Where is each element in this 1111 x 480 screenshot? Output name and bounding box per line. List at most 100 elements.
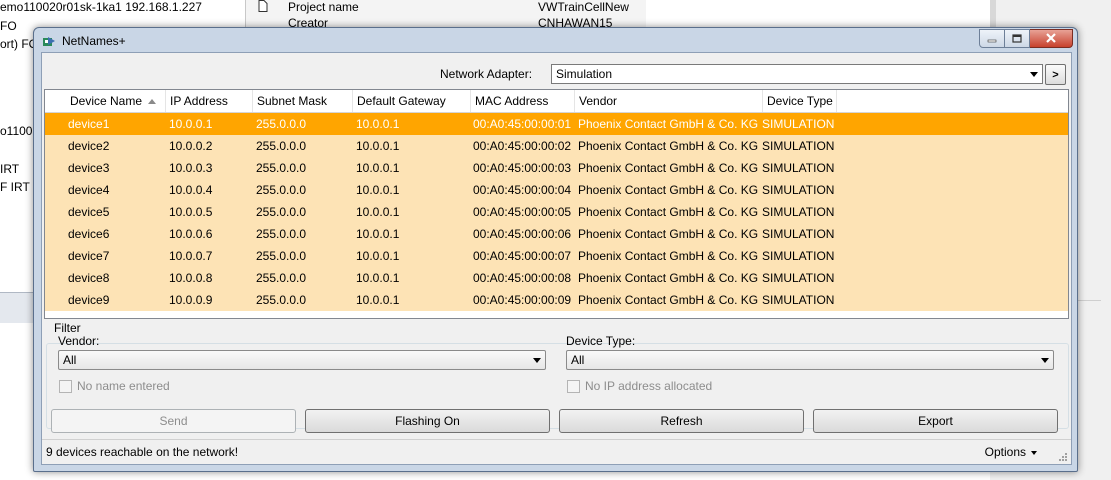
cell-device-type: SIMULATION bbox=[762, 183, 835, 197]
minimize-button[interactable] bbox=[979, 29, 1005, 48]
cell-subnet-mask: 255.0.0.0 bbox=[256, 183, 307, 197]
close-button[interactable] bbox=[1030, 29, 1073, 48]
column-header-mac-address[interactable]: MAC Address bbox=[471, 90, 575, 112]
background-property-row: Project name VWTrainCellNew bbox=[246, 0, 646, 14]
cell-vendor: Phoenix Contact GmbH & Co. KG bbox=[578, 293, 759, 307]
cell-subnet-mask: 255.0.0.0 bbox=[256, 205, 307, 219]
cell-vendor: Phoenix Contact GmbH & Co. KG bbox=[578, 139, 759, 153]
status-message: 9 devices reachable on the network! bbox=[46, 445, 239, 459]
status-bar: 9 devices reachable on the network! Opti… bbox=[42, 439, 1071, 464]
cell-mac-address: 00:A0:45:00:00:09 bbox=[473, 293, 572, 307]
device-type-select[interactable]: All bbox=[566, 350, 1054, 370]
cell-mac-address: 00:A0:45:00:00:05 bbox=[473, 205, 572, 219]
chevron-down-icon[interactable] bbox=[1037, 351, 1053, 369]
cell-default-gateway: 10.0.0.1 bbox=[356, 117, 400, 131]
table-row[interactable]: device1 10.0.0.1 255.0.0.0 10.0.0.1 00:A… bbox=[45, 113, 1068, 135]
vendor-select-value: All bbox=[63, 353, 77, 367]
window-client: Network Adapter: Simulation > Device Nam… bbox=[41, 52, 1072, 465]
maximize-button[interactable] bbox=[1005, 29, 1030, 48]
column-header-label: IP Address bbox=[170, 94, 228, 108]
cell-device-name: device8 bbox=[68, 271, 110, 285]
options-label: Options bbox=[984, 445, 1026, 459]
table-row[interactable]: device7 10.0.0.7 255.0.0.0 10.0.0.1 00:A… bbox=[45, 245, 1068, 267]
cell-ip-address: 10.0.0.4 bbox=[169, 183, 213, 197]
cell-device-name: device1 bbox=[68, 117, 110, 131]
device-type-label: Device Type: bbox=[566, 334, 636, 348]
minimize-icon bbox=[987, 32, 997, 46]
table-row[interactable]: device8 10.0.0.8 255.0.0.0 10.0.0.1 00:A… bbox=[45, 267, 1068, 289]
resize-grip-icon[interactable] bbox=[1058, 451, 1068, 461]
cell-vendor: Phoenix Contact GmbH & Co. KG bbox=[578, 183, 759, 197]
cell-default-gateway: 10.0.0.1 bbox=[356, 183, 400, 197]
network-adapter-value: Simulation bbox=[556, 67, 613, 81]
table-row[interactable]: device4 10.0.0.4 255.0.0.0 10.0.0.1 00:A… bbox=[45, 179, 1068, 201]
cell-device-name: device3 bbox=[68, 161, 110, 175]
cell-mac-address: 00:A0:45:00:00:01 bbox=[473, 117, 572, 131]
column-header-label: MAC Address bbox=[475, 94, 549, 108]
cell-vendor: Phoenix Contact GmbH & Co. KG bbox=[578, 249, 759, 263]
netnames-window: NetNames+ Network Adapter: Simulation > … bbox=[33, 27, 1078, 472]
network-adapter-select[interactable]: Simulation bbox=[551, 64, 1043, 84]
network-adapter-label: Network Adapter: bbox=[440, 67, 533, 81]
cell-default-gateway: 10.0.0.1 bbox=[356, 161, 400, 175]
cell-ip-address: 10.0.0.5 bbox=[169, 205, 213, 219]
filter-title: Filter bbox=[52, 321, 83, 335]
chevron-down-icon[interactable] bbox=[529, 351, 545, 369]
column-header-subnet-mask[interactable]: Subnet Mask bbox=[253, 90, 353, 112]
cell-mac-address: 00:A0:45:00:00:02 bbox=[473, 139, 572, 153]
refresh-button[interactable]: Refresh bbox=[559, 409, 804, 433]
cell-ip-address: 10.0.0.2 bbox=[169, 139, 213, 153]
flashing-on-button[interactable]: Flashing On bbox=[305, 409, 550, 433]
window-title: NetNames+ bbox=[62, 34, 126, 48]
cell-device-type: SIMULATION bbox=[762, 293, 835, 307]
table-row[interactable]: device6 10.0.0.6 255.0.0.0 10.0.0.1 00:A… bbox=[45, 223, 1068, 245]
column-header-ip-address[interactable]: IP Address bbox=[166, 90, 253, 112]
vendor-select[interactable]: All bbox=[58, 350, 546, 370]
background-property-label: Project name bbox=[288, 0, 359, 14]
document-icon bbox=[258, 0, 268, 15]
cell-vendor: Phoenix Contact GmbH & Co. KG bbox=[578, 227, 759, 241]
title-bar[interactable]: NetNames+ bbox=[34, 28, 1077, 52]
column-header-label: Default Gateway bbox=[357, 94, 446, 108]
adapter-next-button[interactable]: > bbox=[1045, 64, 1066, 85]
cell-subnet-mask: 255.0.0.0 bbox=[256, 293, 307, 307]
background-property-value: VWTrainCellNew bbox=[538, 0, 629, 14]
device-table: Device Name IP Address Subnet Mask Defau… bbox=[44, 89, 1069, 319]
cell-mac-address: 00:A0:45:00:00:03 bbox=[473, 161, 572, 175]
table-row[interactable]: device2 10.0.0.2 255.0.0.0 10.0.0.1 00:A… bbox=[45, 135, 1068, 157]
column-header-device-type[interactable]: Device Type bbox=[763, 90, 837, 112]
table-header: Device Name IP Address Subnet Mask Defau… bbox=[45, 90, 1068, 113]
netnames-app-icon bbox=[43, 35, 55, 47]
cell-default-gateway: 10.0.0.1 bbox=[356, 205, 400, 219]
table-row[interactable]: device9 10.0.0.9 255.0.0.0 10.0.0.1 00:A… bbox=[45, 289, 1068, 311]
column-header-default-gateway[interactable]: Default Gateway bbox=[353, 90, 471, 112]
cell-vendor: Phoenix Contact GmbH & Co. KG bbox=[578, 161, 759, 175]
cell-default-gateway: 10.0.0.1 bbox=[356, 249, 400, 263]
close-icon bbox=[1045, 32, 1057, 46]
background-text: IRT bbox=[0, 162, 20, 176]
cell-ip-address: 10.0.0.1 bbox=[169, 117, 213, 131]
cell-subnet-mask: 255.0.0.0 bbox=[256, 117, 307, 131]
cell-subnet-mask: 255.0.0.0 bbox=[256, 249, 307, 263]
cell-device-type: SIMULATION bbox=[762, 205, 835, 219]
column-header-vendor[interactable]: Vendor bbox=[575, 90, 763, 112]
cell-device-type: SIMULATION bbox=[762, 117, 835, 131]
options-menu[interactable]: Options bbox=[985, 445, 1037, 459]
export-button[interactable]: Export bbox=[813, 409, 1058, 433]
sort-ascending-icon bbox=[148, 99, 157, 105]
column-header-label: Vendor bbox=[579, 94, 618, 108]
background-text: F IRT bbox=[0, 180, 30, 194]
cell-device-type: SIMULATION bbox=[762, 227, 835, 241]
cell-device-name: device9 bbox=[68, 293, 110, 307]
cell-vendor: Phoenix Contact GmbH & Co. KG bbox=[578, 117, 759, 131]
background-text: emo110020r01sk-1ka1 192.168.1.227 bbox=[0, 0, 202, 14]
no-ip-checkbox[interactable] bbox=[567, 380, 580, 393]
cell-default-gateway: 10.0.0.1 bbox=[356, 271, 400, 285]
column-header-device-name[interactable]: Device Name bbox=[45, 90, 166, 112]
chevron-down-icon[interactable] bbox=[1026, 65, 1042, 83]
table-row[interactable]: device3 10.0.0.3 255.0.0.0 10.0.0.1 00:A… bbox=[45, 157, 1068, 179]
cell-mac-address: 00:A0:45:00:00:04 bbox=[473, 183, 572, 197]
table-row[interactable]: device5 10.0.0.5 255.0.0.0 10.0.0.1 00:A… bbox=[45, 201, 1068, 223]
send-button[interactable]: Send bbox=[51, 409, 296, 433]
no-name-checkbox[interactable] bbox=[59, 380, 72, 393]
